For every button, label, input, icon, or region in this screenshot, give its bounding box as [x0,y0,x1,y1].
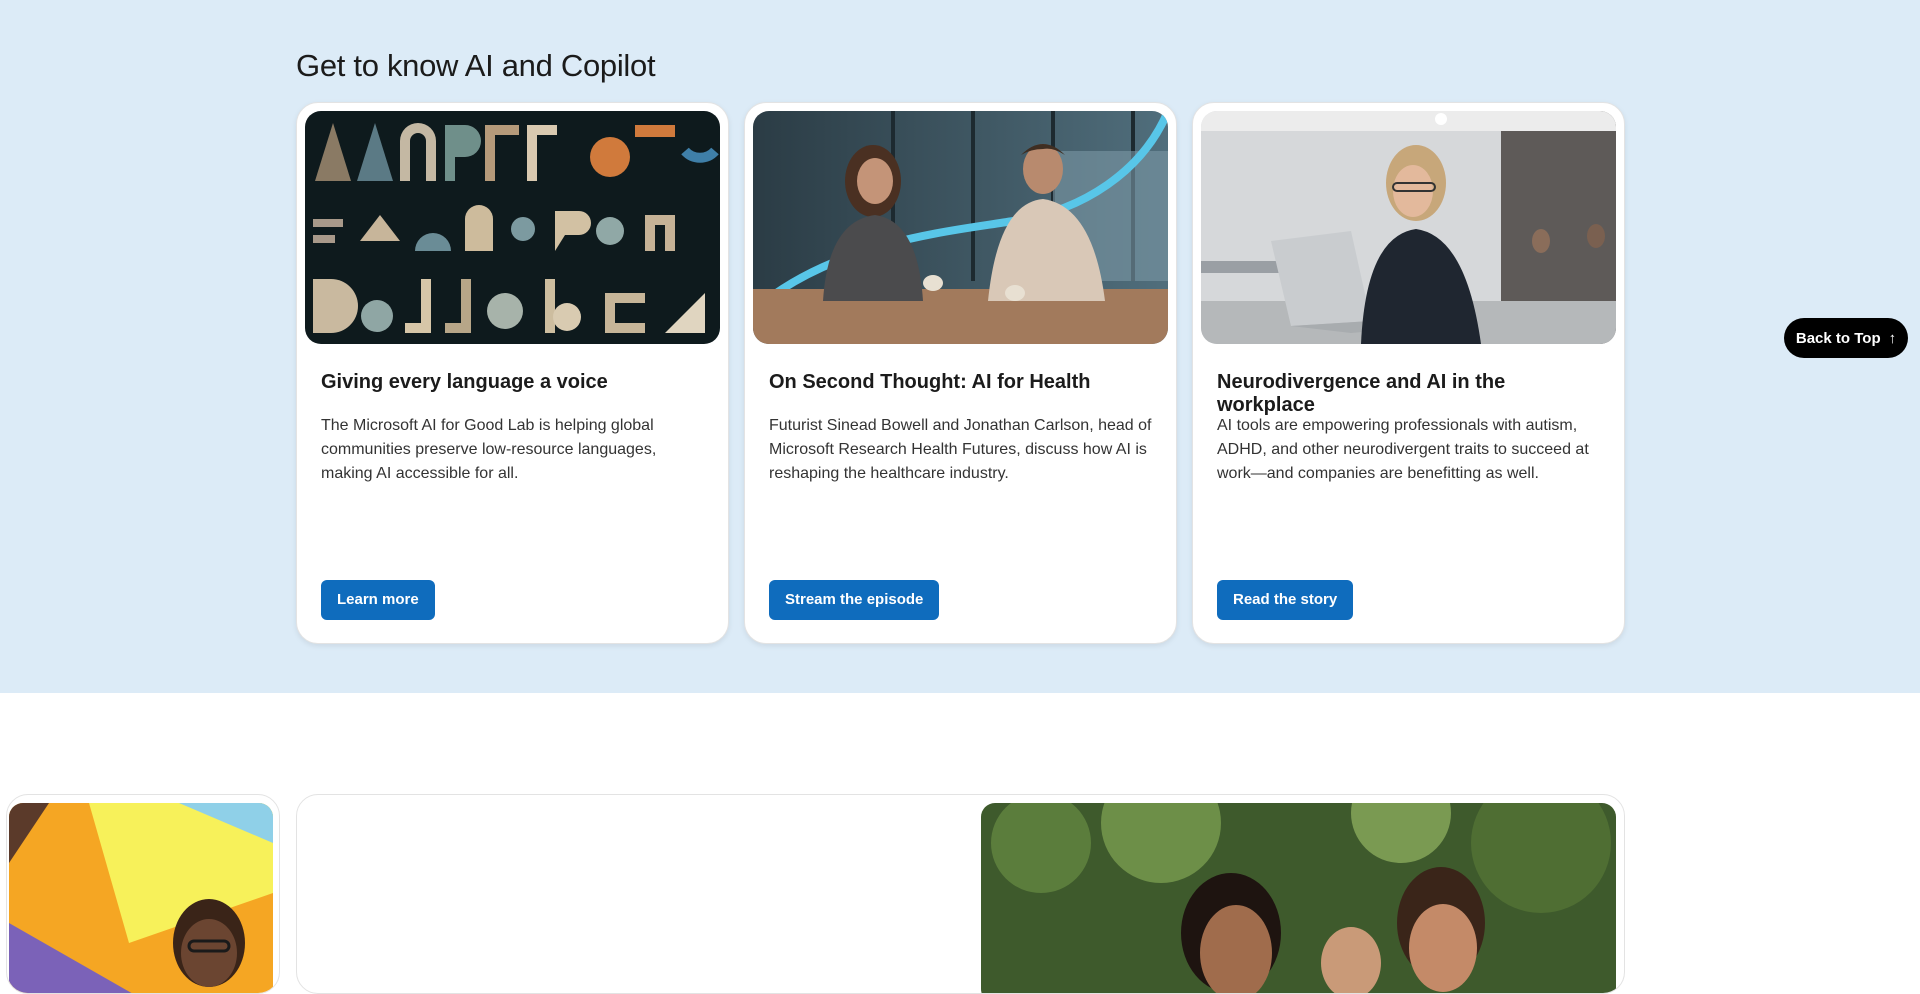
syllabics-letters-image [305,111,720,344]
back-to-top-button[interactable]: Back to Top ↑ [1784,318,1908,358]
card-description: Futurist Sinead Bowell and Jonathan Carl… [769,417,1152,482]
learn-more-button[interactable]: Learn more [321,580,435,620]
card-neurodivergence: Neurodivergence and AI in the workplace … [1192,102,1625,644]
arrow-up-icon: ↑ [1888,329,1897,347]
lower-card-main [296,794,1625,994]
woman-laptop-image [1201,111,1616,344]
card-description: AI tools are empowering professionals wi… [1217,417,1589,482]
back-to-top-label: Back to Top [1795,329,1881,347]
card-title: Giving every language a voice [321,371,608,393]
colorful-portrait-image [9,803,273,993]
two-people-talking-image [753,111,1168,344]
read-story-button[interactable]: Read the story [1217,580,1354,620]
card-title: On Second Thought: AI for Health [769,371,1091,393]
lower-card-left [6,794,280,994]
card-title: Neurodivergence and AI in the workplace [1217,371,1506,416]
card-ai-health: On Second Thought: AI for Health Futuris… [744,102,1177,644]
people-outdoors-image [981,803,1616,993]
card-language-voice: Giving every language a voice The Micros… [296,102,729,644]
section-title: Get to know AI and Copilot [296,48,656,83]
card-description: The Microsoft AI for Good Lab is helping… [321,417,657,482]
stream-episode-button[interactable]: Stream the episode [769,580,940,620]
